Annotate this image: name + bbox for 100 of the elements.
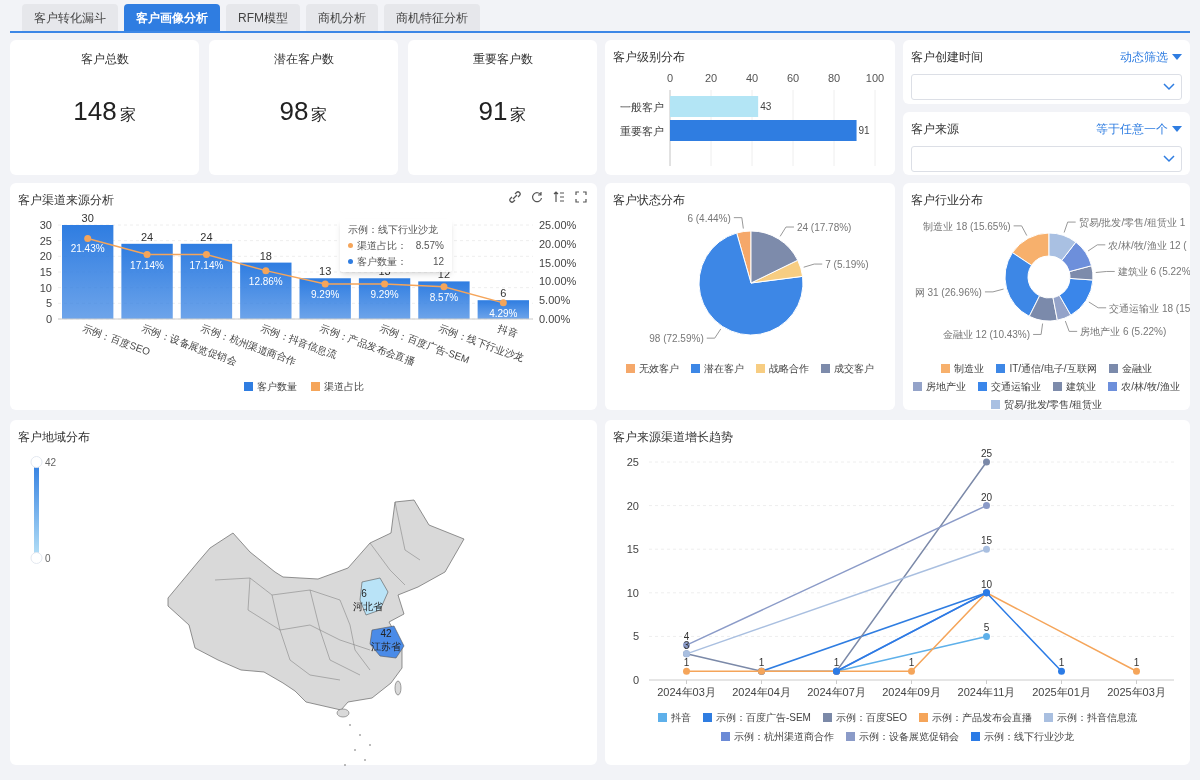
tooltip-title: 示例：线下行业沙龙: [348, 223, 439, 237]
axis-label: 20: [704, 72, 718, 84]
kpi-label: 潜在客户数: [273, 51, 334, 68]
kpi-label: 重要客户数: [472, 51, 533, 68]
axis-label: 2024年09月: [882, 686, 941, 698]
data-label: 12: [437, 268, 451, 281]
axis-label: 10: [39, 281, 52, 294]
kpi-unit: 家: [311, 105, 328, 125]
axis-label: 5: [45, 297, 52, 310]
data-label: 91: [858, 125, 870, 136]
axis-label: 2024年07月: [807, 686, 866, 698]
legend-label: 示例：百度广告-SEM: [715, 711, 811, 725]
data-label: 3: [683, 639, 690, 651]
scale-label: 42: [45, 457, 57, 468]
axis-label: 15: [626, 543, 639, 556]
data-label: 98 (72.59%): [649, 333, 704, 345]
data-label: 4.29%: [489, 307, 518, 319]
axis-label: 0: [45, 313, 52, 325]
data-label: 13: [319, 265, 332, 278]
axis-label: 2025年01月: [1032, 686, 1091, 698]
data-label: 1: [1058, 657, 1065, 669]
axis-label: 5: [632, 630, 639, 643]
data-label: 5: [983, 622, 990, 634]
kpi-unit: 家: [119, 105, 136, 125]
axis-label: 0: [632, 674, 639, 686]
card-title: 客户渠道来源分析: [17, 192, 115, 209]
legend-label: 示例：产品发布会直播: [932, 711, 1033, 725]
data-label: 建筑业 6 (5.22%: [1117, 266, 1190, 278]
legend-label: 农/林/牧/渔业: [1121, 380, 1180, 394]
axis-label: 20: [39, 250, 52, 263]
data-label: 1: [833, 657, 840, 669]
legend-label: 示例：线下行业沙龙: [984, 730, 1074, 744]
data-label: 10: [980, 578, 993, 590]
tooltip-label: 渠道占比：: [357, 239, 407, 253]
legend-label: 房地产业: [926, 380, 967, 394]
data-label: 17.14%: [189, 259, 224, 271]
legend-label: 贸易/批发/零售/租赁业: [1003, 398, 1103, 412]
data-label: 30: [81, 212, 94, 224]
data-label: 1: [1133, 657, 1140, 669]
legend-label: 建筑业: [1066, 380, 1097, 394]
axis-label: 0: [666, 72, 674, 84]
axis-label: 10: [626, 586, 639, 599]
data-label: 25: [980, 448, 993, 459]
kpi-label: 客户总数: [80, 51, 129, 68]
data-label: 交通运输业 18 (15: [1109, 302, 1190, 314]
legend-label: 示例：百度SEO: [835, 711, 908, 725]
data-label: 21.43%: [70, 243, 105, 255]
legend-label: 成交客户: [834, 362, 874, 376]
axis-label: 20.00%: [539, 237, 577, 250]
map-value-label: 42: [380, 628, 392, 639]
data-label: 1: [758, 657, 765, 669]
data-label: 1: [908, 657, 915, 669]
data-label: 网 31 (26.96%): [914, 286, 982, 298]
map-value-label: 6: [361, 588, 367, 599]
axis-label: 一般客户: [620, 101, 664, 113]
axis-label: 80: [827, 72, 841, 84]
axis-label: 25.00%: [539, 219, 577, 231]
legend-label: 无效客户: [639, 362, 679, 376]
data-label: 贸易/批发/零售/租赁业 1: [1078, 217, 1186, 229]
data-label: 6 (4.44%): [687, 212, 731, 224]
data-label: 17.14%: [130, 259, 164, 271]
card-title: 客户地域分布: [17, 429, 91, 446]
axis-label: 10.00%: [539, 275, 577, 288]
axis-label: 20: [626, 499, 639, 512]
data-label: 房地产业 6 (5.22%): [1080, 326, 1167, 338]
legend-label: 制造业: [954, 362, 985, 376]
axis-label: 2024年11月: [957, 686, 1016, 698]
axis-label: 15: [39, 266, 52, 278]
filter-label: 客户创建时间: [911, 49, 983, 66]
card-title: 客户级别分布: [612, 49, 686, 66]
axis-label: 2025年03月: [1107, 686, 1166, 698]
kpi-value: 148: [73, 95, 117, 128]
axis-label: 抖音: [496, 322, 520, 340]
kpi-value: 98: [279, 95, 309, 128]
axis-label: 5.00%: [539, 294, 571, 307]
data-label: 43: [760, 101, 772, 112]
axis-label: 2024年04月: [732, 686, 791, 698]
data-label: 13: [378, 265, 391, 278]
data-label: 12.86%: [248, 275, 283, 287]
axis-label: 0.00%: [539, 313, 571, 325]
tooltip-value: 12: [432, 255, 444, 269]
axis-label: 2024年03月: [657, 686, 716, 698]
map-region-label: 江苏省: [371, 641, 401, 652]
data-label: 8.57%: [429, 291, 459, 303]
tooltip-value: 8.57%: [415, 239, 444, 253]
data-label: 24: [140, 230, 154, 243]
axis-label: 60: [786, 72, 800, 84]
legend-label: 示例：设备展览促销会: [859, 730, 959, 744]
axis-label: 30: [39, 219, 52, 231]
legend-label: 战略合作: [769, 362, 809, 376]
legend-label: 抖音: [670, 711, 691, 725]
card-title: 客户来源渠道增长趋势: [612, 429, 734, 446]
legend-label: 渠道占比: [323, 380, 364, 394]
card-title: 客户行业分布: [910, 192, 984, 209]
data-label: 制造业 18 (15.65%): [923, 220, 1011, 232]
axis-label: 重要客户: [620, 125, 664, 137]
card-title: 客户状态分布: [612, 192, 686, 209]
kpi-unit: 家: [510, 105, 527, 125]
kpi-value: 91: [478, 95, 508, 128]
legend-label: 示例：抖音信息流: [1057, 711, 1138, 725]
